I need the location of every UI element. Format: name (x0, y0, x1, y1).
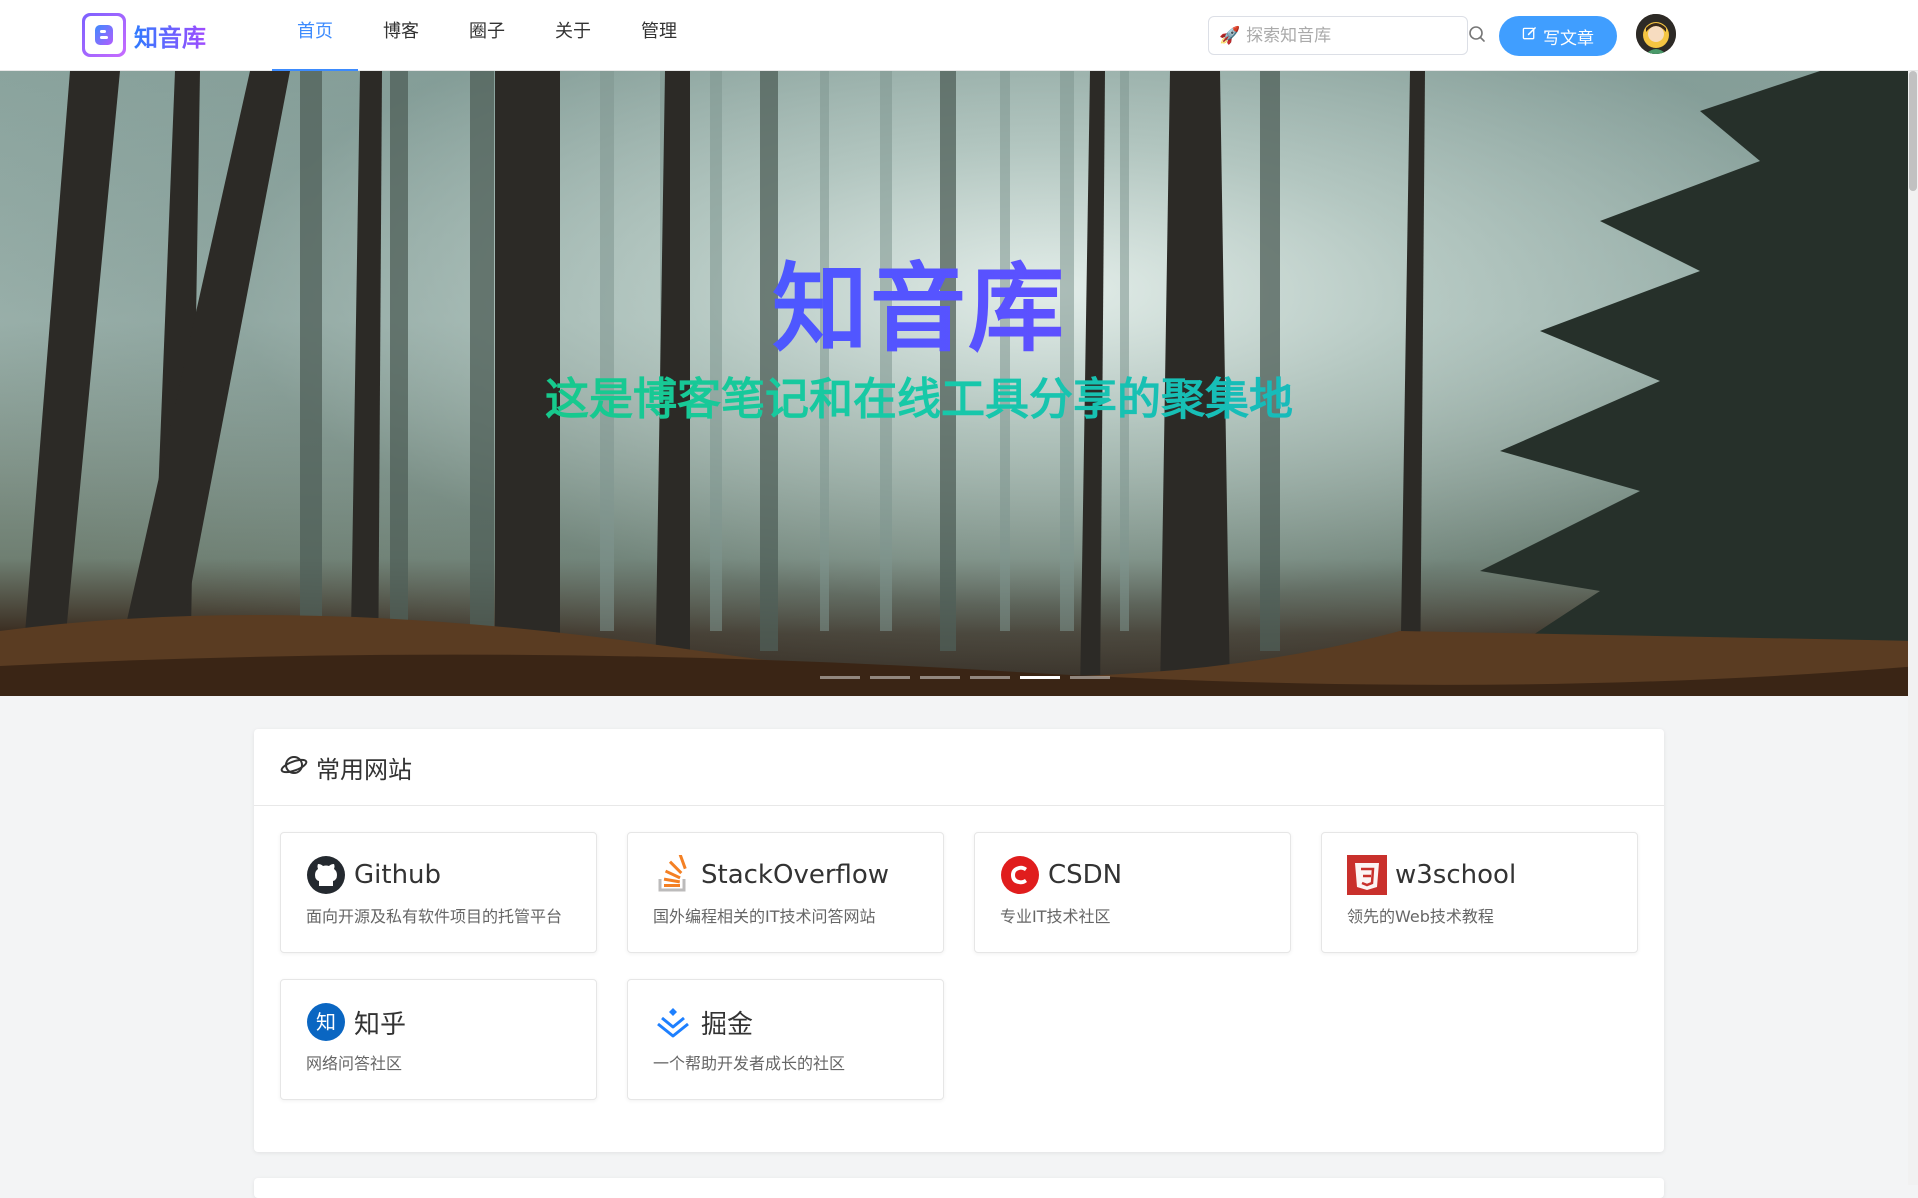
hero-subtitle: 这是博客笔记和在线工具分享的聚集地 (0, 363, 1838, 427)
site-card-juejin[interactable]: 掘金 一个帮助开发者成长的社区 (627, 979, 944, 1100)
search-icon[interactable] (1467, 24, 1487, 48)
search-box[interactable]: 🚀 (1208, 16, 1485, 55)
nav-item-circle[interactable]: 圈子 (444, 0, 530, 65)
stackoverflow-icon (653, 855, 693, 895)
section-title: 常用网站 (316, 755, 412, 784)
carousel-indicators (820, 676, 1110, 679)
hero-carousel: 知音库 这是博客笔记和在线工具分享的聚集地 (0, 71, 1918, 696)
nav-item-about[interactable]: 关于 (530, 0, 616, 65)
site-description: 专业IT技术社区 (1000, 907, 1111, 926)
juejin-icon (653, 1002, 693, 1042)
site-card-w3school[interactable]: w3school 领先的Web技术教程 (1321, 832, 1638, 953)
csdn-icon (1000, 855, 1040, 895)
site-description: 面向开源及私有软件项目的托管平台 (306, 907, 563, 926)
w3school-icon (1347, 855, 1387, 895)
svg-text:知: 知 (316, 1010, 336, 1034)
carousel-dot[interactable] (920, 676, 960, 679)
site-card-csdn[interactable]: CSDN 专业IT技术社区 (974, 832, 1291, 953)
carousel-dot-active[interactable] (1020, 676, 1060, 679)
edit-icon (1522, 26, 1537, 46)
nav-item-blog[interactable]: 博客 (358, 0, 444, 65)
site-name: StackOverflow (701, 860, 890, 890)
user-avatar[interactable] (1636, 14, 1676, 54)
nav-item-admin[interactable]: 管理 (616, 0, 702, 65)
planet-icon (280, 751, 308, 783)
search-input[interactable] (1244, 24, 1468, 47)
write-article-button[interactable]: 写文章 (1499, 16, 1617, 56)
site-description: 国外编程相关的IT技术问答网站 (653, 907, 876, 926)
carousel-dot[interactable] (970, 676, 1010, 679)
main-nav: 首页 博客 圈子 关于 管理 (272, 0, 702, 71)
site-logo[interactable]: 知音库 (82, 13, 206, 57)
card-header: 常用网站 (254, 729, 1664, 806)
site-description: 网络问答社区 (306, 1054, 403, 1073)
hero-title: 知音库 (0, 231, 1838, 370)
logo-text: 知音库 (134, 18, 206, 53)
rocket-icon: 🚀 (1219, 25, 1241, 46)
write-article-label: 写文章 (1543, 28, 1594, 49)
site-name: 掘金 (701, 1009, 754, 1040)
site-grid: Github 面向开源及私有软件项目的托管平台 StackOverflow 国外… (280, 832, 1638, 1100)
site-card-github[interactable]: Github 面向开源及私有软件项目的托管平台 (280, 832, 597, 953)
carousel-dot[interactable] (870, 676, 910, 679)
site-name: Github (354, 860, 442, 890)
nav-item-home[interactable]: 首页 (272, 0, 358, 71)
logo-b-icon (82, 13, 126, 57)
next-section-card (254, 1178, 1664, 1198)
site-name: w3school (1395, 860, 1517, 890)
site-description: 一个帮助开发者成长的社区 (653, 1054, 846, 1073)
zhihu-icon: 知 (306, 1002, 346, 1042)
scrollbar-thumb[interactable] (1909, 71, 1917, 191)
site-card-stackoverflow[interactable]: StackOverflow 国外编程相关的IT技术问答网站 (627, 832, 944, 953)
top-navbar: 知音库 首页 博客 圈子 关于 管理 🚀 写文章 (0, 0, 1918, 71)
site-name: CSDN (1048, 860, 1123, 890)
site-name: 知乎 (354, 1009, 407, 1040)
site-description: 领先的Web技术教程 (1347, 907, 1494, 926)
github-icon (306, 855, 346, 895)
site-card-zhihu[interactable]: 知 知乎 网络问答社区 (280, 979, 597, 1100)
common-sites-card: 常用网站 Github 面向开源及私有软件项目的托管平台 StackOverfl… (254, 729, 1664, 1152)
carousel-dot[interactable] (820, 676, 860, 679)
page-scrollbar[interactable] (1908, 71, 1918, 1185)
carousel-dot[interactable] (1070, 676, 1110, 679)
